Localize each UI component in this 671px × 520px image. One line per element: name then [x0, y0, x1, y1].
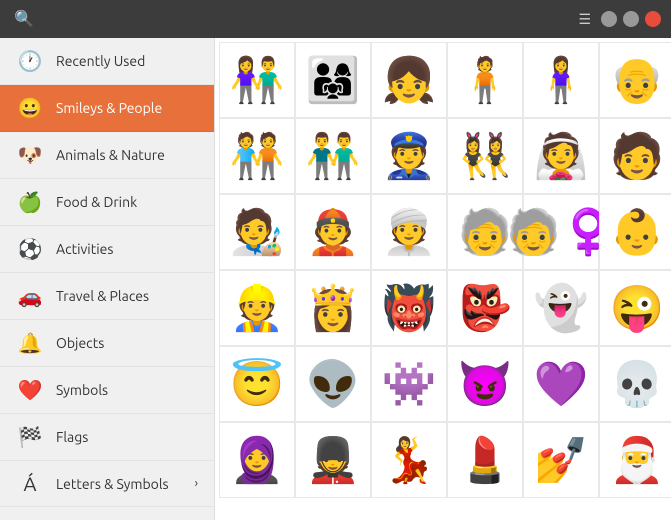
sidebar-icon-food-drink: 🍏	[16, 190, 44, 214]
sidebar-icon-flags: 🏁	[16, 425, 44, 449]
emoji-cell[interactable]: 👰	[523, 118, 599, 194]
emoji-cell[interactable]: 👸	[295, 270, 371, 346]
sidebar-label-activities: Activities	[56, 241, 113, 257]
emoji-cell[interactable]: 💄	[447, 422, 523, 498]
emoji-cell[interactable]: 💂	[295, 422, 371, 498]
menu-button[interactable]: ☰	[574, 7, 595, 32]
emoji-grid: 👫👨‍👩‍👧👧🧍🧍‍♀️👴🧑‍🤝‍🧑👬👮👯‍♀️👰🧑🧑‍🎨👲👳🧓🧓‍♀️👶👷👸👹…	[219, 42, 667, 498]
titlebar: 🔍 ☰	[0, 0, 671, 38]
emoji-cell[interactable]: 🧓‍♀️	[523, 194, 599, 270]
maximize-button[interactable]	[623, 11, 639, 27]
sidebar-icon-travel-places: 🚗	[16, 284, 44, 308]
close-button[interactable]	[645, 11, 661, 27]
emoji-cell[interactable]: 👨‍👩‍👧	[295, 42, 371, 118]
sidebar-icon-smileys-people: 😀	[16, 96, 44, 120]
sidebar-item-symbols[interactable]: ❤️ Symbols	[0, 367, 214, 414]
emoji-cell[interactable]: 🧑	[599, 118, 671, 194]
sidebar-icon-letters-symbols: Á	[16, 472, 44, 495]
sidebar-icon-activities: ⚽	[16, 237, 44, 261]
emoji-cell[interactable]: 👷	[219, 270, 295, 346]
emoji-cell[interactable]: 👶	[599, 194, 671, 270]
emoji-cell[interactable]: 😇	[219, 346, 295, 422]
emoji-cell[interactable]: 👫	[219, 42, 295, 118]
emoji-cell[interactable]: 👲	[295, 194, 371, 270]
sidebar-item-letters-symbols[interactable]: Á Letters & Symbols ›	[0, 461, 214, 507]
sidebar-label-symbols: Symbols	[56, 382, 108, 398]
main-content: 🕐 Recently Used 😀 Smileys & People 🐶 Animals …	[0, 38, 671, 520]
emoji-cell[interactable]: 🧍‍♀️	[523, 42, 599, 118]
sidebar-label-animals-nature: Animals & Nature	[56, 147, 165, 163]
emoji-cell[interactable]: 👯‍♀️	[447, 118, 523, 194]
emoji-cell[interactable]: 👬	[295, 118, 371, 194]
emoji-cell[interactable]: 👾	[371, 346, 447, 422]
sidebar-item-recently-used[interactable]: 🕐 Recently Used	[0, 38, 214, 85]
emoji-cell[interactable]: 👺	[447, 270, 523, 346]
sidebar-item-objects[interactable]: 🔔 Objects	[0, 320, 214, 367]
sidebar-item-food-drink[interactable]: 🍏 Food & Drink	[0, 179, 214, 226]
sidebar-icon-recently-used: 🕐	[16, 49, 44, 73]
sidebar-label-recently-used: Recently Used	[56, 53, 145, 69]
arrow-icon: ›	[195, 477, 198, 490]
sidebar-label-objects: Objects	[56, 335, 104, 351]
sidebar-label-smileys-people: Smileys & People	[56, 100, 162, 116]
emoji-cell[interactable]: 👴	[599, 42, 671, 118]
sidebar-label-food-drink: Food & Drink	[56, 194, 137, 210]
emoji-cell[interactable]: 🧑‍🎨	[219, 194, 295, 270]
emoji-cell[interactable]: 🧍	[447, 42, 523, 118]
sidebar-label-travel-places: Travel & Places	[56, 288, 149, 304]
search-button[interactable]: 🔍	[10, 5, 38, 33]
titlebar-left: 🔍	[10, 5, 38, 33]
sidebar-item-flags[interactable]: 🏁 Flags	[0, 414, 214, 461]
emoji-cell[interactable]: 💃	[371, 422, 447, 498]
emoji-cell[interactable]: 💅	[523, 422, 599, 498]
emoji-cell[interactable]: 👧	[371, 42, 447, 118]
sidebar-item-activities[interactable]: ⚽ Activities	[0, 226, 214, 273]
emoji-cell[interactable]: 👽	[295, 346, 371, 422]
titlebar-controls: ☰	[574, 7, 661, 32]
sidebar-label-flags: Flags	[56, 429, 88, 445]
emoji-cell[interactable]: 🧕	[219, 422, 295, 498]
emoji-cell[interactable]: 💀	[599, 346, 671, 422]
emoji-cell[interactable]: 👻	[523, 270, 599, 346]
emoji-grid-container[interactable]: 👫👨‍👩‍👧👧🧍🧍‍♀️👴🧑‍🤝‍🧑👬👮👯‍♀️👰🧑🧑‍🎨👲👳🧓🧓‍♀️👶👷👸👹…	[215, 38, 671, 520]
sidebar-item-travel-places[interactable]: 🚗 Travel & Places	[0, 273, 214, 320]
emoji-cell[interactable]: 👹	[371, 270, 447, 346]
sidebar-icon-objects: 🔔	[16, 331, 44, 355]
emoji-cell[interactable]: 🎅	[599, 422, 671, 498]
sidebar-item-smileys-people[interactable]: 😀 Smileys & People	[0, 85, 214, 132]
sidebar-item-animals-nature[interactable]: 🐶 Animals & Nature	[0, 132, 214, 179]
sidebar-icon-animals-nature: 🐶	[16, 143, 44, 167]
emoji-cell[interactable]: 👳	[371, 194, 447, 270]
sidebar-label-letters-symbols: Letters & Symbols	[56, 476, 169, 492]
minimize-button[interactable]	[601, 11, 617, 27]
emoji-cell[interactable]: 🧑‍🤝‍🧑	[219, 118, 295, 194]
emoji-cell[interactable]: 😜	[599, 270, 671, 346]
emoji-cell[interactable]: 👮	[371, 118, 447, 194]
emoji-cell[interactable]: 💜	[523, 346, 599, 422]
sidebar: 🕐 Recently Used 😀 Smileys & People 🐶 Animals …	[0, 38, 215, 520]
emoji-cell[interactable]: 😈	[447, 346, 523, 422]
sidebar-icon-symbols: ❤️	[16, 378, 44, 402]
